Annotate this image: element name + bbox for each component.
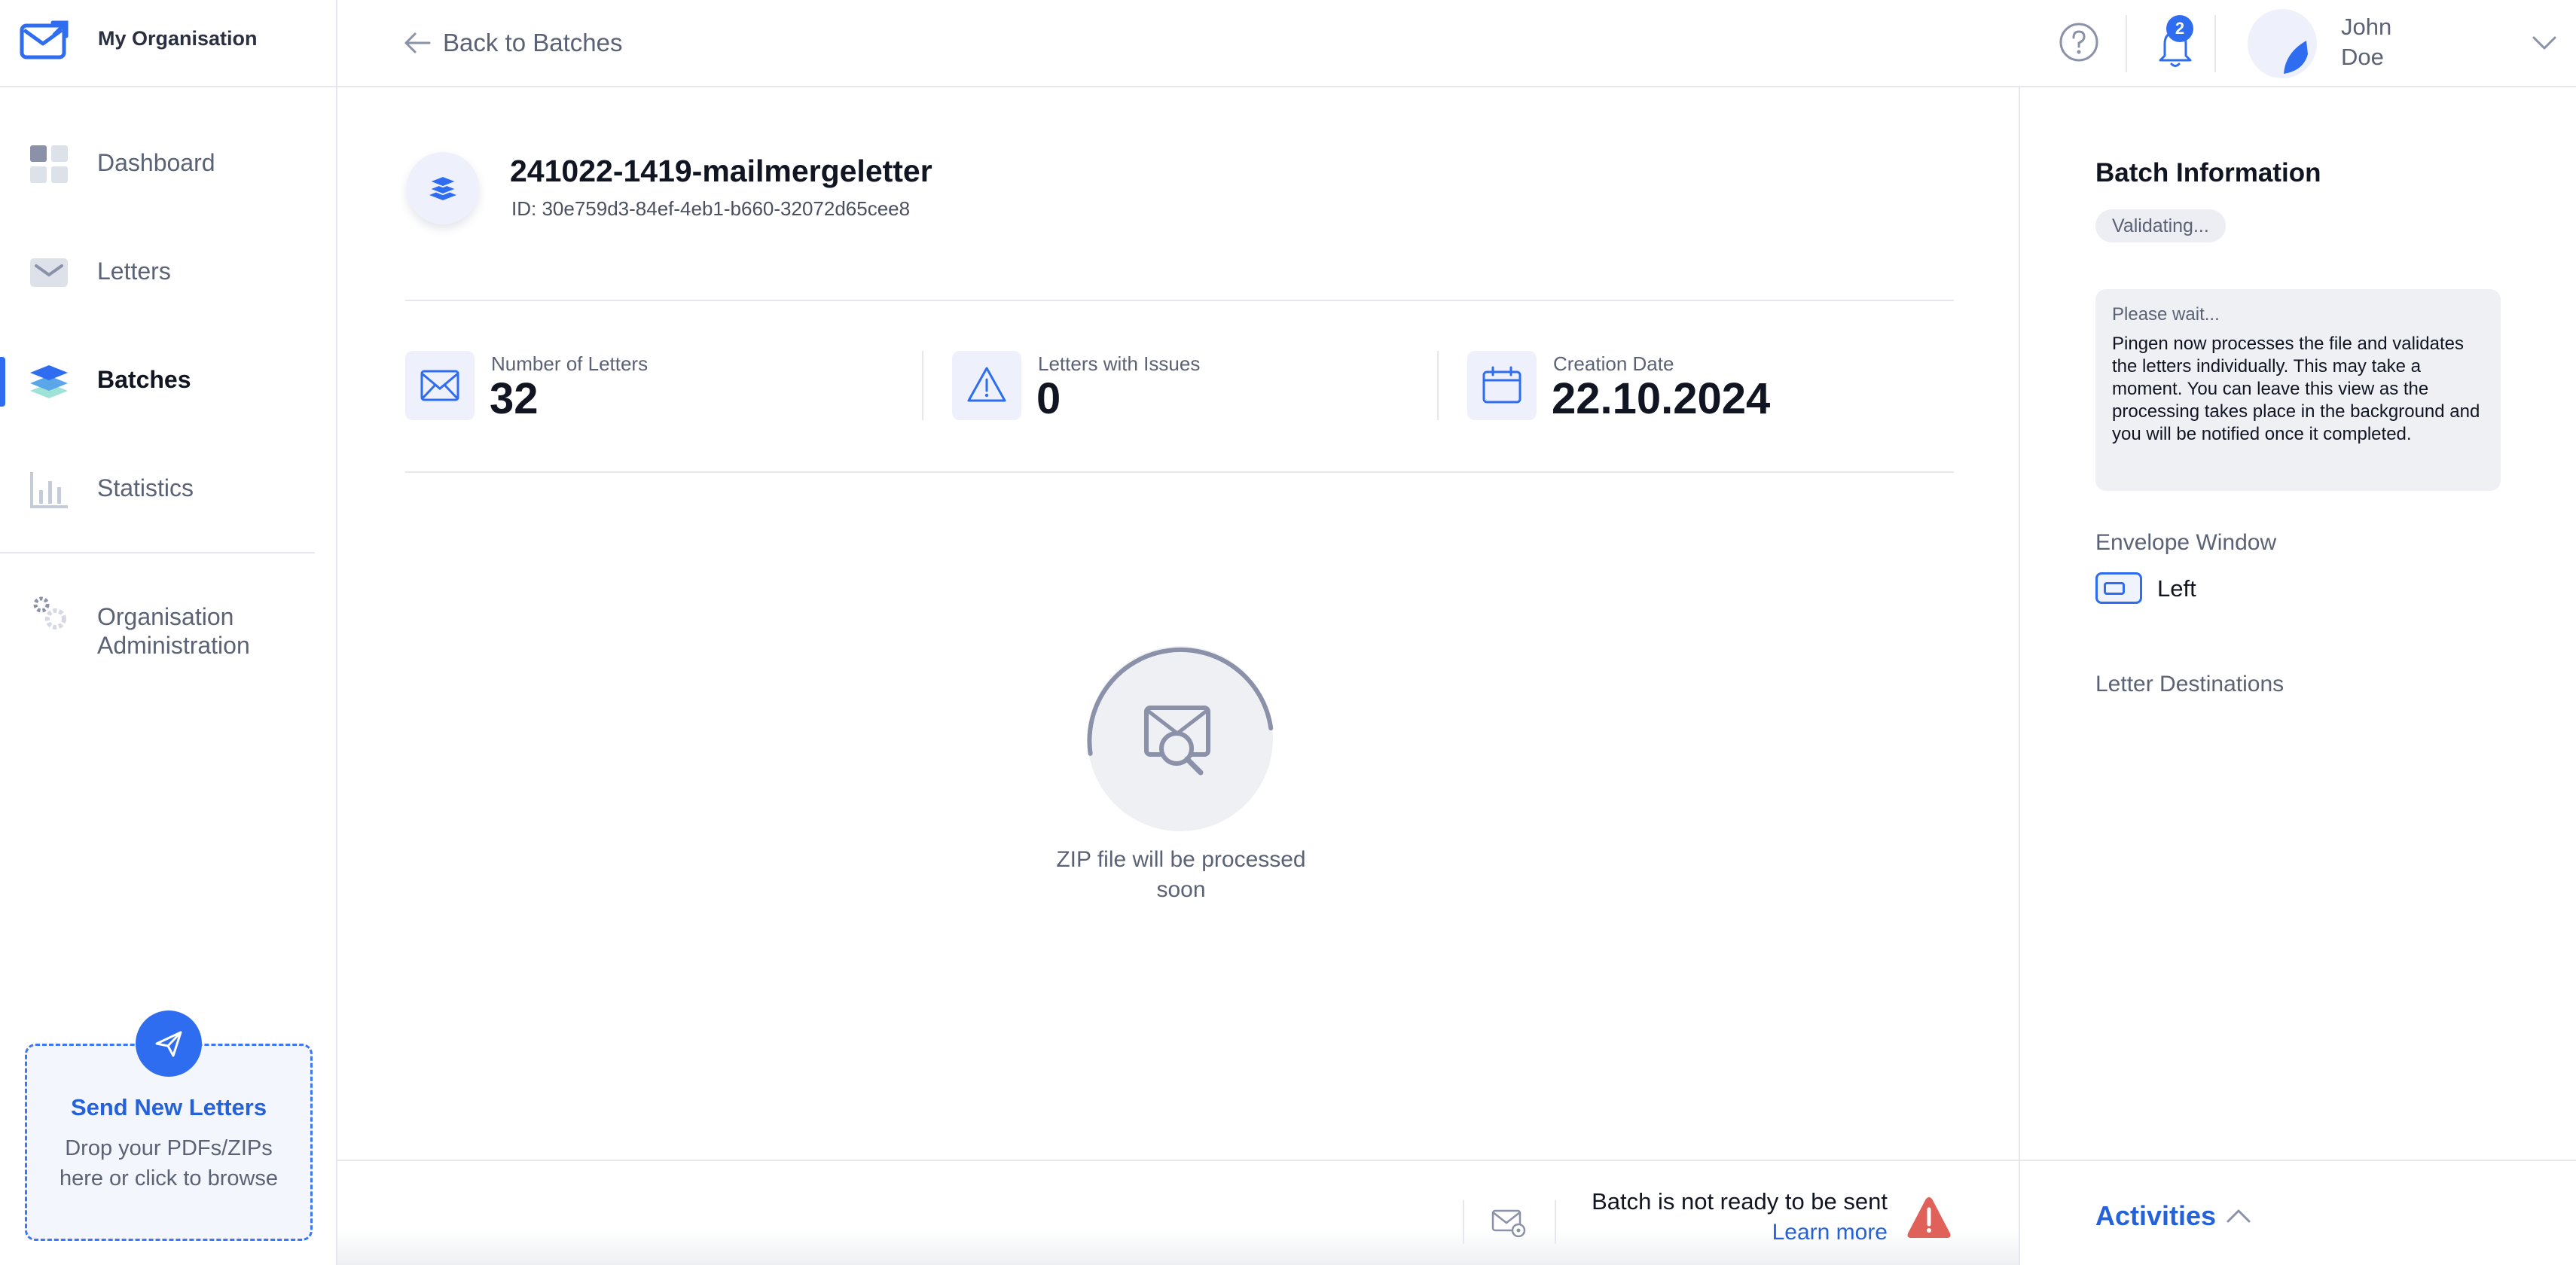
send-button[interactable] (136, 1010, 202, 1077)
window-inner (2104, 582, 2125, 595)
back-label: Back to Batches (443, 29, 623, 56)
activities-toggle[interactable]: Activities (2019, 1160, 2576, 1265)
batch-id: ID: 30e759d3-84ef-4eb1-b660-32072d65cee8 (511, 197, 911, 220)
logo-icon (20, 20, 69, 59)
top-bar: Back to Batches 2 John Doe (337, 0, 2576, 87)
batches-icon (30, 365, 68, 398)
send-subtitle: Drop your PDFs/ZIPs here or click to bro… (59, 1136, 279, 1190)
gear-icon (33, 596, 66, 629)
info-body: Pingen now processes the file and valida… (2112, 334, 2480, 444)
processing-text: ZIP file will be processed soon (1056, 847, 1306, 902)
stat-value: 22.10.2024 (1552, 374, 1771, 423)
action-divider (1463, 1200, 1464, 1244)
nav-item-statistics[interactable]: Statistics (0, 449, 316, 532)
org-switcher[interactable]: My Organisation (0, 0, 337, 87)
statistics-icon (30, 472, 68, 508)
stat-value: 0 (1036, 374, 1061, 423)
divider (405, 471, 1954, 473)
panel-title: Batch Information (2095, 158, 2321, 187)
stat-value: 32 (490, 374, 539, 423)
batch-avatar (407, 152, 479, 224)
user-last-name: Doe (2341, 44, 2384, 70)
sidebar: My Organisation Dashboard Letters Batche… (0, 0, 337, 1265)
user-first-name: John (2341, 14, 2392, 40)
envelope-icon (420, 370, 459, 401)
letter-destinations-label: Letter Destinations (2095, 672, 2285, 697)
info-title: Please wait... (2112, 304, 2220, 325)
stat-label: Number of Letters (491, 352, 649, 375)
envelope-window-label: Envelope Window (2095, 530, 2277, 555)
batch-title: 241022-1419-mailmergeletter (510, 154, 932, 188)
envelope-window-icon (2095, 572, 2142, 604)
chevron-up-icon[interactable] (2223, 1202, 2254, 1232)
batch-detail: 241022-1419-mailmergeletter ID: 30e759d3… (337, 87, 2019, 1160)
calendar-icon (1482, 366, 1521, 404)
stat-icon-box (1467, 351, 1537, 420)
divider (405, 300, 1954, 301)
nav-item-batches[interactable]: Batches (0, 340, 316, 423)
notification-badge: 2 (2166, 15, 2193, 42)
nav-label-batches: Batches (97, 366, 191, 393)
nav-label-dashboard: Dashboard (97, 149, 215, 176)
dashboard-icon (30, 145, 68, 183)
letters-icon (30, 258, 68, 287)
processing-spinner (1087, 646, 1274, 831)
stat-label: Creation Date (1553, 352, 1674, 375)
avatar[interactable] (2248, 9, 2317, 78)
active-indicator (0, 357, 5, 407)
warning-icon (1907, 1197, 1951, 1238)
arrow-left-icon (404, 32, 431, 53)
stat-icon-box (405, 351, 475, 420)
user-name[interactable]: John Doe (2341, 12, 2391, 72)
envelope-window-value: Left (2157, 575, 2196, 602)
nav-item-organisation-administration[interactable]: Organisation Administration (0, 569, 316, 659)
learn-more-link[interactable]: Learn more (1772, 1220, 1888, 1245)
chevron-down-icon[interactable] (2529, 27, 2559, 57)
warning-triangle-icon (967, 367, 1006, 402)
stat-divider (922, 351, 923, 420)
processing-info-box: Please wait... Pingen now processes the … (2095, 289, 2501, 491)
activities-label: Activities (2095, 1200, 2217, 1231)
avatar-image (2284, 41, 2308, 74)
stat-icon-box (952, 351, 1021, 420)
action-bar: Batch is not ready to be sent Learn more (337, 1160, 2019, 1265)
nav-label-statistics: Statistics (97, 474, 194, 501)
layers-icon (427, 175, 459, 200)
send-title: Send New Letters (70, 1094, 267, 1120)
topbar-divider (2214, 15, 2216, 72)
status-badge: Validating... (2095, 209, 2226, 242)
nav-item-dashboard[interactable]: Dashboard (0, 123, 316, 206)
nav-divider (0, 552, 315, 553)
not-ready-message: Batch is not ready to be sent (1592, 1188, 1888, 1215)
envelope-preview-icon[interactable] (1490, 1203, 1528, 1241)
help-icon[interactable] (2058, 21, 2100, 63)
paper-plane-icon (155, 1031, 182, 1057)
nav-label-organisation-administration: Organisation Administration (97, 603, 250, 659)
batch-info-panel: Batch Information Validating... Please w… (2019, 87, 2576, 1265)
action-divider (1555, 1200, 1556, 1244)
org-name: My Organisation (98, 27, 258, 50)
stat-divider (1437, 351, 1439, 420)
stat-label: Letters with Issues (1038, 352, 1201, 375)
topbar-divider (2126, 15, 2127, 72)
nav-item-letters[interactable]: Letters (0, 232, 316, 315)
nav-label-letters: Letters (97, 258, 171, 285)
back-to-batches-link[interactable]: Back to Batches (404, 24, 622, 62)
